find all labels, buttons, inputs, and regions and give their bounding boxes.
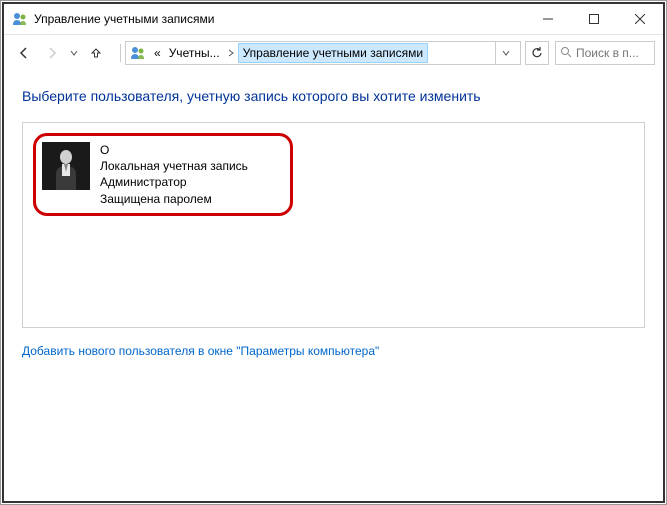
breadcrumb-seg-manage[interactable]: Управление учетными записями	[238, 43, 428, 63]
user-name: O	[100, 142, 248, 158]
search-input[interactable]	[576, 46, 650, 60]
user-password-status: Защищена паролем	[100, 191, 248, 207]
breadcrumb[interactable]: « Учетны... Управление учетными записями	[125, 41, 521, 65]
search-box[interactable]	[555, 41, 655, 65]
add-user-link[interactable]: Добавить нового пользователя в окне "Пар…	[22, 344, 645, 358]
close-button[interactable]	[617, 4, 663, 34]
forward-button[interactable]	[40, 41, 64, 65]
minimize-button[interactable]	[525, 4, 571, 34]
user-role: Администратор	[100, 174, 248, 190]
breadcrumb-chevrons[interactable]: «	[150, 44, 165, 62]
chevron-right-icon	[228, 49, 234, 57]
window-titlebar: Управление учетными записями	[4, 4, 663, 34]
breadcrumb-dropdown-icon[interactable]	[495, 42, 516, 64]
up-button[interactable]	[84, 41, 108, 65]
users-list: O Локальная учетная запись Администратор…	[22, 122, 645, 328]
maximize-button[interactable]	[571, 4, 617, 34]
users-icon	[12, 11, 28, 27]
recent-dropdown-icon[interactable]	[70, 49, 78, 57]
users-icon	[130, 45, 146, 61]
avatar	[42, 142, 90, 190]
refresh-button[interactable]	[525, 41, 549, 65]
user-tile[interactable]: O Локальная учетная запись Администратор…	[33, 133, 293, 216]
window-title: Управление учетными записями	[34, 12, 525, 26]
user-account-type: Локальная учетная запись	[100, 158, 248, 174]
page-heading: Выберите пользователя, учетную запись ко…	[22, 88, 645, 104]
nav-divider	[120, 44, 121, 62]
search-icon	[560, 46, 572, 60]
breadcrumb-seg-accounts[interactable]: Учетны...	[165, 44, 224, 62]
back-button[interactable]	[12, 41, 36, 65]
navigation-bar: « Учетны... Управление учетными записями	[4, 34, 663, 70]
